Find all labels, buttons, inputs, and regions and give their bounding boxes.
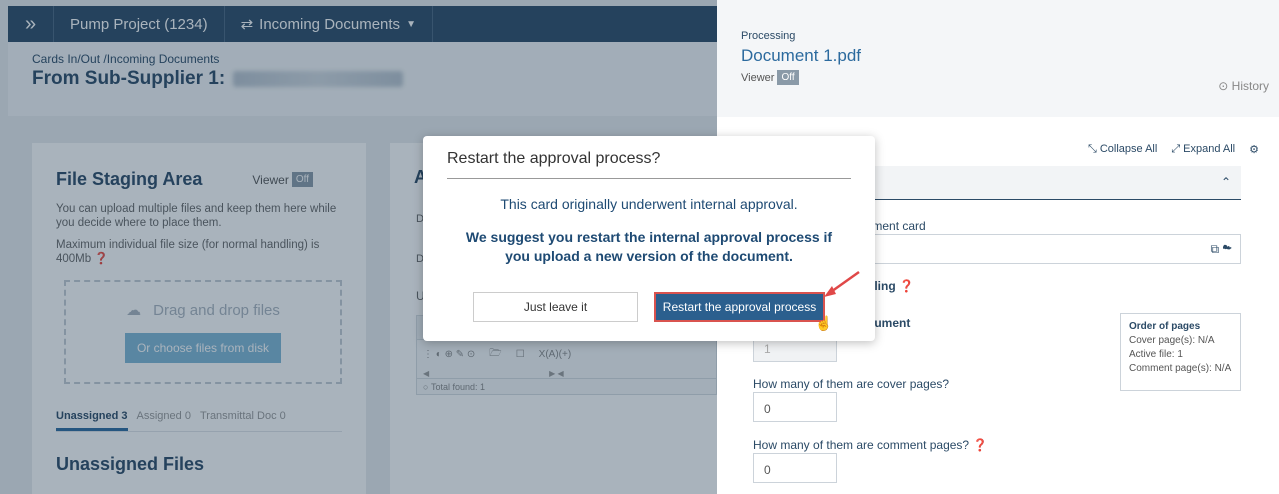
comment-pages-label-text: How many of them are comment pages? <box>753 438 970 452</box>
processing-header: Processing Document 1.pdf Viewer Off ⊙ H… <box>717 0 1279 117</box>
history-link[interactable]: ⊙ History <box>1218 79 1269 93</box>
cloud-upload-icon[interactable]: ☁ <box>1222 242 1232 256</box>
expand-all-button[interactable]: ⤢ Expand All <box>1171 143 1235 156</box>
document-name[interactable]: Document 1.pdf <box>741 46 1255 66</box>
help-icon[interactable]: ❓ <box>899 279 914 293</box>
order-comment: Comment page(s): N/A <box>1129 363 1232 374</box>
cover-pages-label: How many of them are cover pages? <box>753 377 950 391</box>
panel-toolbar: ⤡ Collapse All ⤢ Expand All ⚙ <box>1088 143 1259 156</box>
cover-pages-input[interactable]: 0 <box>753 392 837 422</box>
chevron-up-icon[interactable]: ⌃ <box>1221 175 1231 189</box>
dialog-title: Restart the approval process? <box>447 150 661 167</box>
expand-icon: ⤢ <box>1171 143 1181 155</box>
order-of-pages-box: Order of pages Cover page(s): N/A Active… <box>1120 313 1241 391</box>
gear-icon[interactable]: ⚙ <box>1249 143 1259 156</box>
clock-icon: ⊙ <box>1218 79 1229 93</box>
collapse-icon: ⤡ <box>1088 143 1097 155</box>
restart-approval-button[interactable]: Restart the approval process <box>654 292 825 322</box>
viewer-state-badge: Off <box>777 70 799 85</box>
comment-pages-input[interactable]: 0 <box>753 453 837 483</box>
order-cover: Cover page(s): N/A <box>1129 335 1215 346</box>
processing-label: Processing <box>741 30 796 42</box>
just-leave-it-button[interactable]: Just leave it <box>473 292 638 322</box>
order-active: Active file: 1 <box>1129 349 1183 360</box>
comment-pages-label: How many of them are comment pages? ❓ <box>753 438 987 452</box>
viewer-label: Viewer <box>741 71 775 84</box>
restart-approval-dialog: Restart the approval process? This card … <box>423 136 875 341</box>
processing-viewer-toggle[interactable]: Viewer Off <box>741 70 799 85</box>
dialog-message-2: We suggest you restart the internal appr… <box>465 229 833 264</box>
collapse-all-button[interactable]: ⤡ Collapse All <box>1088 143 1157 156</box>
order-title: Order of pages <box>1129 321 1201 332</box>
collapse-all-label: Collapse All <box>1099 143 1158 155</box>
dialog-divider <box>447 178 851 179</box>
dialog-message-1: This card originally underwent internal … <box>500 196 798 212</box>
image-search-icon[interactable]: ⧉ <box>1210 242 1219 256</box>
field-action-icons: ⧉ ☁ <box>1210 242 1232 257</box>
expand-all-label: Expand All <box>1183 143 1236 155</box>
hand-cursor-icon: ☝ <box>815 315 833 331</box>
help-icon[interactable]: ❓ <box>972 438 987 452</box>
history-label: History <box>1231 79 1269 93</box>
